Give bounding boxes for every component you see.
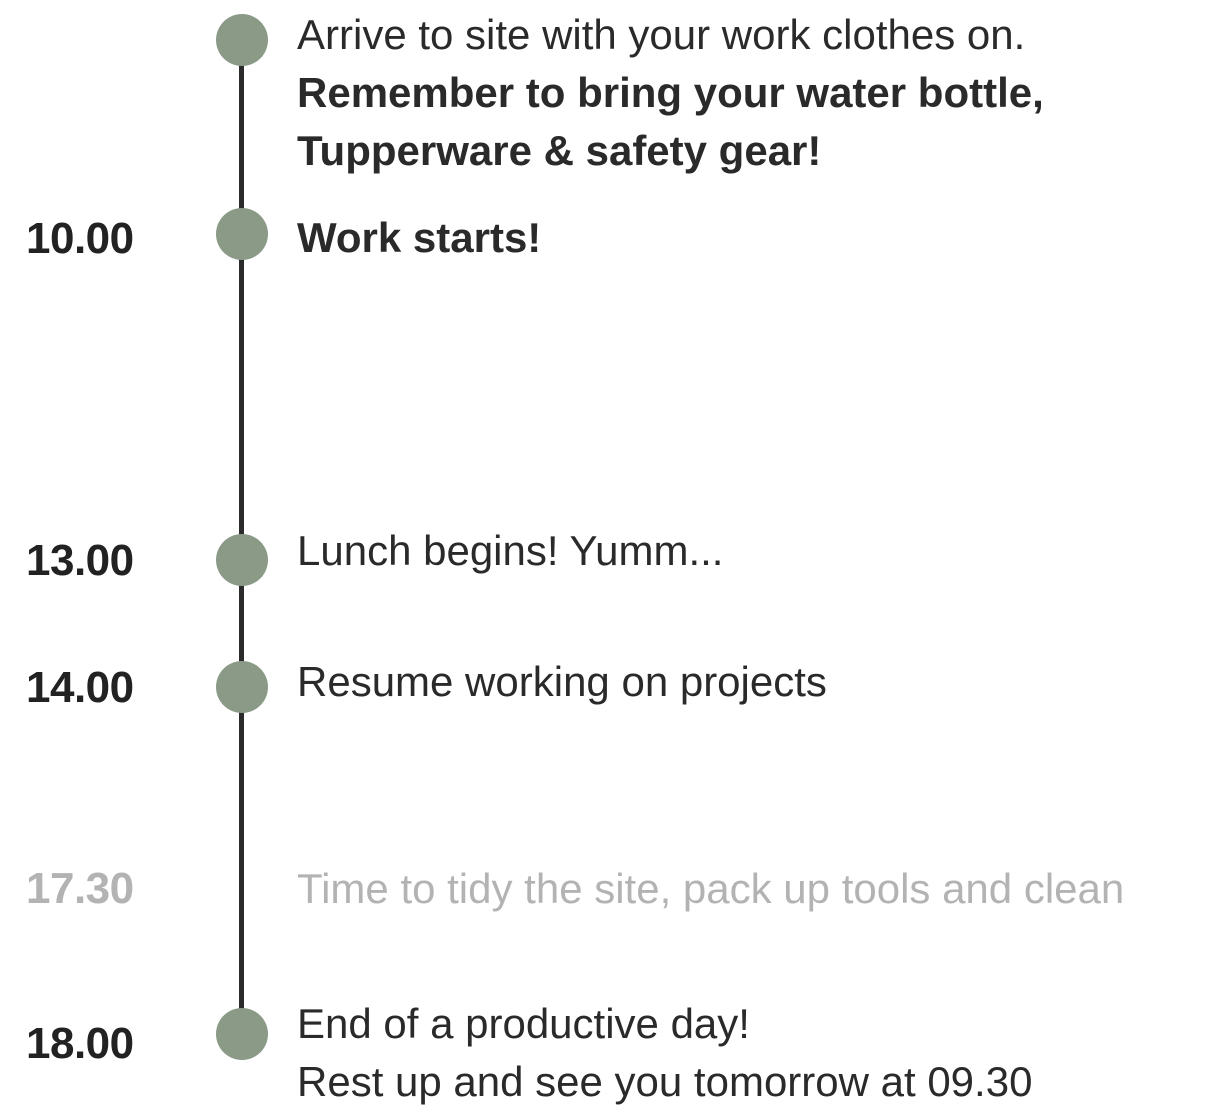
work-start-text: Work starts!	[297, 214, 542, 261]
resume-text: Resume working on projects	[297, 658, 827, 705]
timeline-dot-end	[216, 1008, 268, 1060]
lunch-text: Lunch begins! Yumm...	[297, 527, 724, 574]
arrival-text: Arrive to site with your work clothes on…	[297, 6, 1044, 180]
time-work-start: 10.00	[26, 214, 134, 263]
time-resume: 14.00	[26, 663, 134, 712]
time-tidy: 17.30	[26, 864, 134, 913]
timeline-dot-work-start	[216, 208, 268, 260]
timeline-dot-resume	[216, 661, 268, 713]
arrival-line-2: Remember to bring your water bottle,	[297, 69, 1044, 116]
timeline-dot-arrival	[216, 14, 268, 66]
end-text: End of a productive day! Rest up and see…	[297, 995, 1032, 1111]
time-end: 18.00	[26, 1019, 134, 1068]
arrival-line-3: Tupperware & safety gear!	[297, 127, 822, 174]
time-lunch: 13.00	[26, 536, 134, 585]
timeline-dot-lunch	[216, 534, 268, 586]
tidy-text: Time to tidy the site, pack up tools and…	[297, 865, 1125, 912]
end-line-1: End of a productive day!	[297, 1000, 750, 1047]
arrival-line-1: Arrive to site with your work clothes on…	[297, 11, 1026, 58]
end-line-2: Rest up and see you tomorrow at 09.30	[297, 1058, 1033, 1105]
